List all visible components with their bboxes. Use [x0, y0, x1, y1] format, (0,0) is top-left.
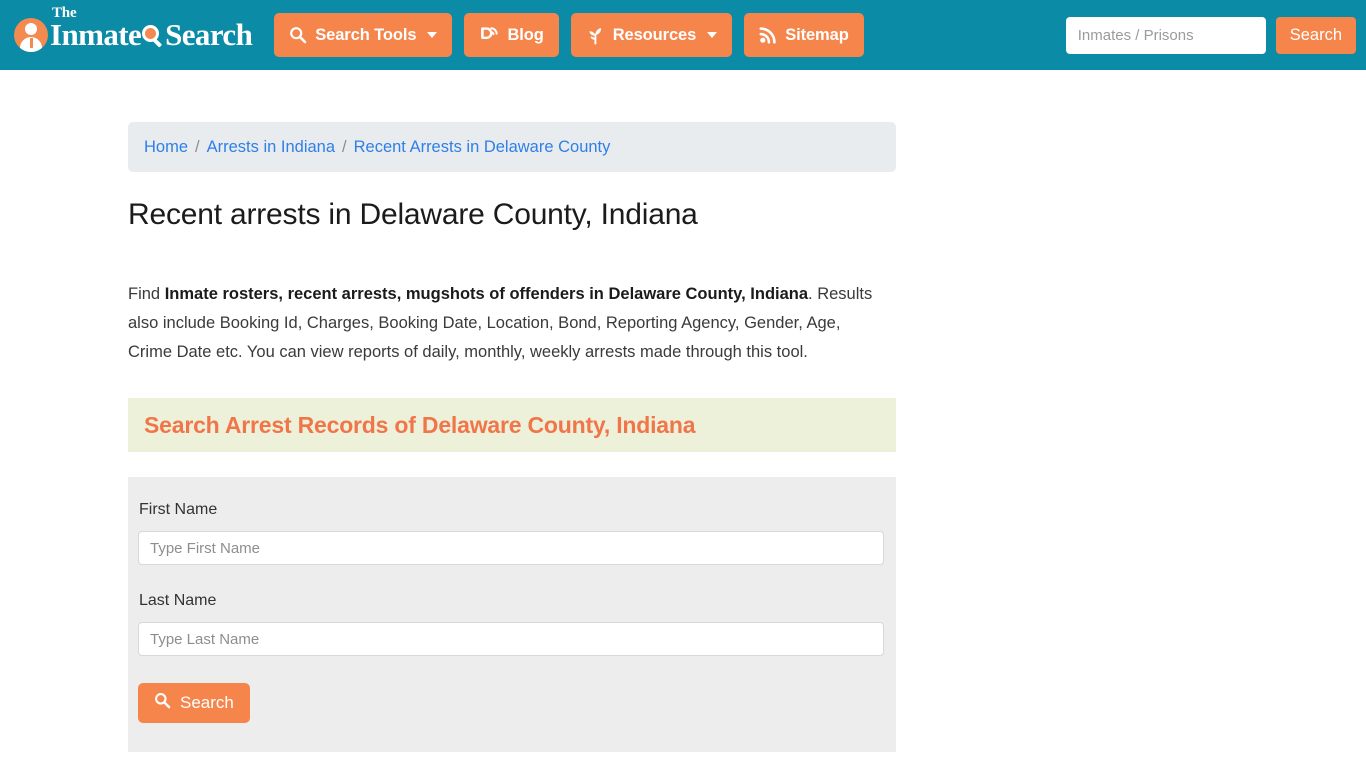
nav-item-search-tools[interactable]: Search Tools: [274, 13, 453, 57]
logo-wordmark: The Inmate Search: [50, 5, 253, 52]
logo-search-text: Search: [165, 17, 253, 52]
breadcrumb-separator: /: [195, 137, 200, 156]
leaf-icon: [586, 26, 605, 45]
nav-item-sitemap[interactable]: Sitemap: [744, 13, 864, 57]
page-container: Home / Arrests in Indiana / Recent Arres…: [128, 70, 896, 752]
last-name-input[interactable]: [138, 622, 884, 656]
intro-paragraph: Find Inmate rosters, recent arrests, mug…: [128, 280, 873, 367]
section-banner: Search Arrest Records of Delaware County…: [128, 398, 896, 452]
breadcrumb-item-arrests-in-indiana[interactable]: Arrests in Indiana: [207, 138, 335, 157]
nav-item-label: Sitemap: [785, 25, 849, 44]
main-navigation: Search Tools Blog Resources Sitemap: [274, 13, 864, 57]
chevron-down-icon: [707, 32, 718, 38]
last-name-label: Last Name: [139, 592, 217, 609]
breadcrumb-separator: /: [342, 137, 347, 156]
magnifier-icon: [289, 26, 307, 44]
search-input[interactable]: [1065, 17, 1266, 54]
breadcrumb-item-current[interactable]: Recent Arrests in Delaware County: [354, 138, 611, 157]
magnifier-icon: [154, 692, 171, 714]
chevron-down-icon: [427, 32, 438, 38]
intro-bold: Inmate rosters, recent arrests, mugshots…: [164, 285, 809, 303]
nav-item-label: Resources: [612, 25, 697, 44]
rss-feed-icon: [759, 26, 777, 44]
site-header: The Inmate Search Search Tools Blog Reso…: [0, 0, 1366, 70]
intro-lead: Find: [128, 285, 165, 303]
nav-item-blog[interactable]: Blog: [464, 13, 559, 57]
site-logo[interactable]: The Inmate Search: [14, 5, 253, 58]
section-banner-title: Search Arrest Records of Delaware County…: [144, 411, 696, 438]
first-name-label: First Name: [139, 501, 218, 518]
arrest-search-form: First Name Last Name Search: [128, 477, 896, 752]
blogger-b-icon: [479, 26, 499, 45]
first-name-input[interactable]: [138, 531, 884, 565]
nav-item-label: Search Tools: [315, 25, 417, 44]
nav-item-resources[interactable]: Resources: [570, 13, 733, 57]
breadcrumb: Home / Arrests in Indiana / Recent Arres…: [128, 122, 896, 172]
header-search-button[interactable]: Search: [1275, 17, 1356, 54]
form-search-button[interactable]: Search: [138, 683, 250, 723]
magnifier-icon: [140, 25, 164, 49]
breadcrumb-item-home[interactable]: Home: [144, 138, 188, 157]
person-badge-icon: [14, 18, 48, 52]
header-search-form: Search: [1065, 17, 1356, 54]
logo-inmate-text: Inmate: [50, 17, 142, 52]
page-title: Recent arrests in Delaware County, India…: [128, 198, 698, 231]
nav-item-label: Blog: [507, 25, 544, 44]
form-search-button-label: Search: [180, 693, 234, 712]
logo-the-text: The: [52, 5, 77, 21]
